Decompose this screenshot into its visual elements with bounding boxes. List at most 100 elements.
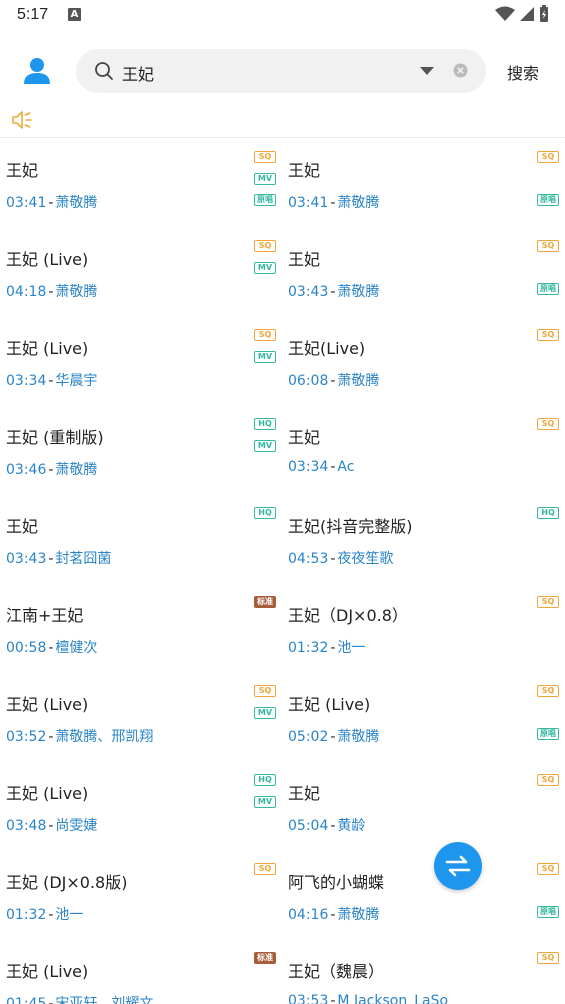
quality-badge: SQ [537, 240, 559, 252]
quality-badge: MV [254, 707, 276, 719]
signal-icon [520, 7, 534, 21]
song-item[interactable]: 王妃 (Live) 03:52- 萧敬腾、邢凯翔 SQ MV [0, 673, 282, 762]
song-duration: 04:16 [288, 907, 329, 923]
search-button[interactable]: 搜索 [507, 60, 539, 84]
song-title: 王妃 [288, 784, 321, 803]
song-title: 王妃（魏晨） [288, 962, 385, 981]
song-title: 王妃 (Live) [6, 695, 89, 714]
song-duration: 01:32 [6, 907, 47, 923]
song-item[interactable]: 王妃 03:41- 萧敬腾 SQ 原唱 [282, 139, 565, 228]
song-artist[interactable]: 萧敬腾 [337, 373, 379, 389]
meta-separator: - [330, 195, 336, 211]
quality-badge: MV [254, 440, 276, 452]
song-item[interactable]: 王妃 (Live) 04:18- 萧敬腾 SQ MV [0, 228, 282, 317]
song-artist[interactable]: 池一 [337, 640, 365, 656]
quality-badge: 原唱 [537, 283, 559, 295]
song-meta: 00:58- 檀健次 [6, 637, 97, 657]
song-duration: 01:32 [288, 640, 329, 656]
quality-badge: 原唱 [537, 194, 559, 206]
meta-separator: - [330, 818, 336, 834]
song-artist[interactable]: 萧敬腾 [337, 284, 379, 300]
quality-badge: SQ [254, 240, 276, 252]
song-artist[interactable]: Ac [337, 459, 354, 475]
song-title: 王妃 (Live) [288, 695, 371, 714]
song-artist[interactable]: 萧敬腾 [55, 462, 97, 478]
song-item[interactable]: 王妃 (Live) 01:45- 宋亚轩、刘耀文 标准 [0, 940, 282, 1004]
song-artist[interactable]: 萧敬腾、邢凯翔 [55, 729, 153, 745]
quality-badge: 原唱 [254, 194, 276, 206]
clear-icon[interactable] [453, 63, 468, 78]
song-item[interactable]: 王妃 03:41- 萧敬腾 SQ MV 原唱 [0, 139, 282, 228]
song-item[interactable]: 王妃 (DJ×0.8版) 01:32- 池一 SQ [0, 851, 282, 940]
song-item[interactable]: 王妃 03:43- 封茗囧菌 HQ [0, 495, 282, 584]
chevron-down-icon[interactable] [419, 65, 435, 77]
quality-badge: HQ [537, 507, 559, 519]
swap-arrows-icon [445, 855, 471, 877]
song-artist[interactable]: 华晨宇 [55, 373, 97, 389]
song-item[interactable]: 王妃 (Live) 03:48- 尚雯婕 HQ MV [0, 762, 282, 851]
song-title: 王妃 (Live) [6, 250, 89, 269]
song-duration: 04:18 [6, 284, 47, 300]
song-item[interactable]: 江南+王妃 00:58- 檀健次 标准 [0, 584, 282, 673]
song-duration: 03:52 [6, 729, 47, 745]
song-duration: 03:46 [6, 462, 47, 478]
song-meta: 05:04- 黄龄 [288, 815, 365, 835]
song-artist[interactable]: 宋亚轩、刘耀文 [55, 996, 153, 1004]
switch-layout-button[interactable] [434, 842, 482, 890]
song-item[interactable]: 王妃 (Live) 03:34- 华晨宇 SQ MV [0, 317, 282, 406]
search-box[interactable]: 王妃 [76, 49, 486, 93]
song-artist[interactable]: 封茗囧菌 [55, 551, 111, 567]
quality-badge: SQ [537, 329, 559, 341]
meta-separator: - [48, 818, 54, 834]
song-artist[interactable]: 夜夜笙歌 [337, 551, 393, 567]
song-meta: 03:46- 萧敬腾 [6, 459, 97, 479]
song-duration: 03:43 [6, 551, 47, 567]
meta-separator: - [330, 907, 336, 923]
song-title: 王妃 (Live) [6, 962, 89, 981]
song-item[interactable]: 王妃（DJ×0.8） 01:32- 池一 SQ [282, 584, 565, 673]
speaker-icon[interactable] [10, 109, 34, 131]
song-artist[interactable]: 檀健次 [55, 640, 97, 656]
song-item[interactable]: 王妃（魏晨） 03:53- M Jackson_LaSo SQ [282, 940, 565, 1004]
song-duration: 03:34 [6, 373, 47, 389]
user-avatar-icon[interactable] [22, 56, 52, 86]
song-item[interactable]: 王妃 (重制版) 03:46- 萧敬腾 HQ MV [0, 406, 282, 495]
song-item[interactable]: 王妃 03:34- Ac SQ [282, 406, 565, 495]
song-artist[interactable]: 萧敬腾 [337, 907, 379, 923]
meta-separator: - [48, 551, 54, 567]
song-artist[interactable]: 萧敬腾 [337, 195, 379, 211]
song-item[interactable]: 阿飞的小蝴蝶 04:16- 萧敬腾 SQ 原唱 [282, 851, 565, 940]
song-meta: 04:53- 夜夜笙歌 [288, 548, 393, 568]
quality-badge: SQ [537, 863, 559, 875]
song-artist[interactable]: 黄龄 [337, 818, 365, 834]
quality-badge: HQ [254, 418, 276, 430]
song-artist[interactable]: 萧敬腾 [55, 195, 97, 211]
song-meta: 03:34- Ac [288, 459, 354, 475]
song-item[interactable]: 王妃 05:04- 黄龄 SQ [282, 762, 565, 851]
song-artist[interactable]: M Jackson_LaSo [337, 993, 448, 1004]
quality-badge: SQ [537, 418, 559, 430]
song-meta: 03:52- 萧敬腾、邢凯翔 [6, 726, 153, 746]
song-item[interactable]: 王妃(抖音完整版) 04:53- 夜夜笙歌 HQ [282, 495, 565, 584]
song-item[interactable]: 王妃 03:43- 萧敬腾 SQ 原唱 [282, 228, 565, 317]
quality-badge: MV [254, 351, 276, 363]
song-artist[interactable]: 萧敬腾 [337, 729, 379, 745]
song-meta: 03:41- 萧敬腾 [6, 192, 97, 212]
quality-badge: MV [254, 173, 276, 185]
meta-separator: - [330, 373, 336, 389]
search-input[interactable]: 王妃 [122, 61, 154, 85]
song-artist[interactable]: 萧敬腾 [55, 284, 97, 300]
song-duration: 03:43 [288, 284, 329, 300]
meta-separator: - [330, 993, 336, 1004]
song-meta: 03:43- 萧敬腾 [288, 281, 379, 301]
quality-badge: 原唱 [537, 728, 559, 740]
song-artist[interactable]: 尚雯婕 [55, 818, 97, 834]
meta-separator: - [48, 284, 54, 300]
song-item[interactable]: 王妃(Live) 06:08- 萧敬腾 SQ [282, 317, 565, 406]
song-duration: 00:58 [6, 640, 47, 656]
quality-badge: 标准 [254, 596, 276, 608]
song-duration: 06:08 [288, 373, 329, 389]
song-item[interactable]: 王妃 (Live) 05:02- 萧敬腾 SQ 原唱 [282, 673, 565, 762]
song-artist[interactable]: 池一 [55, 907, 83, 923]
song-duration: 04:53 [288, 551, 329, 567]
